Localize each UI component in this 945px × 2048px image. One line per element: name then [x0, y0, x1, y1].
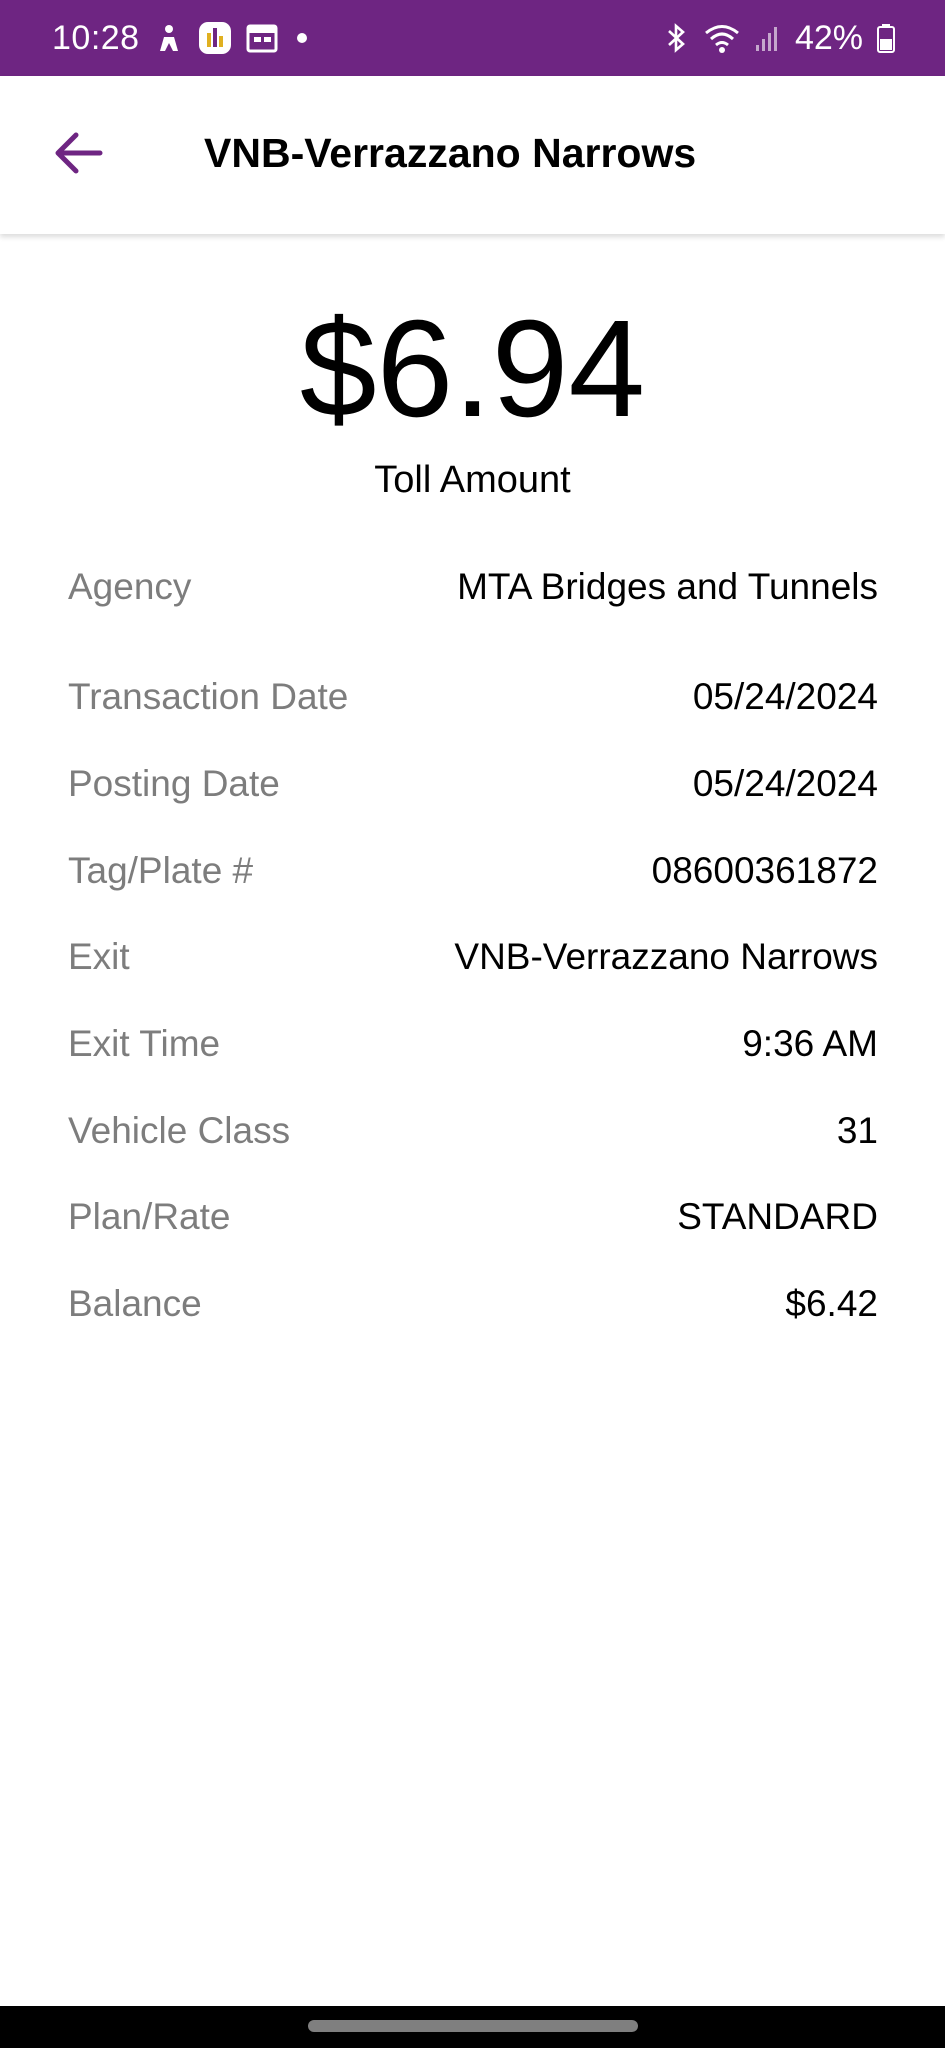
home-gesture-handle[interactable]	[308, 2020, 638, 2032]
page-title: VNB-Verrazzano Narrows	[204, 130, 697, 176]
detail-value: VNB-Verrazzano Narrows	[454, 936, 878, 978]
detail-row-plan-rate: Plan/Rate STANDARD	[68, 1174, 878, 1261]
bluetooth-icon	[665, 22, 689, 54]
detail-label: Exit Time	[68, 1023, 221, 1065]
detail-row-exit-time: Exit Time 9:36 AM	[68, 1001, 878, 1088]
status-time: 10:28	[52, 18, 140, 57]
detail-row-transaction-date: Transaction Date 05/24/2024	[68, 654, 878, 741]
detail-value: $6.42	[785, 1283, 878, 1325]
detail-row-balance: Balance $6.42	[68, 1261, 878, 1348]
system-nav-bar	[0, 2006, 945, 2048]
back-button[interactable]	[44, 121, 112, 189]
detail-value: 05/24/2024	[692, 763, 878, 805]
detail-value: STANDARD	[677, 1196, 878, 1238]
calendar-icon	[246, 23, 278, 53]
detail-row-vehicle-class: Vehicle Class 31	[68, 1087, 878, 1174]
battery-percent: 42%	[794, 18, 863, 57]
detail-value: 08600361872	[651, 849, 878, 891]
detail-row-exit: Exit VNB-Verrazzano Narrows	[68, 914, 878, 1001]
battery-icon	[877, 23, 895, 53]
toll-amount-label: Toll Amount	[374, 459, 571, 501]
detail-label: Tag/Plate #	[68, 849, 254, 891]
status-bar-right: 42%	[665, 19, 895, 58]
dot-icon	[292, 28, 312, 48]
detail-row-tag-plate: Tag/Plate # 08600361872	[68, 827, 878, 914]
detail-value: MTA Bridges and Tunnels	[457, 566, 878, 607]
app-bar: VNB-Verrazzano Narrows	[0, 76, 945, 234]
detail-label: Balance	[68, 1283, 202, 1325]
arrow-left-icon	[52, 131, 104, 180]
status-bar-left: 10:28	[52, 19, 312, 58]
detail-value: 9:36 AM	[742, 1023, 878, 1065]
detail-value: 31	[836, 1109, 878, 1151]
toll-amount: $6.94	[299, 292, 646, 446]
detail-row-posting-date: Posting Date 05/24/2024	[68, 741, 878, 828]
detail-label: Transaction Date	[68, 676, 349, 718]
detail-label: Agency	[68, 566, 192, 607]
wifi-icon	[703, 22, 741, 54]
detail-row-agency: Agency MTA Bridges and Tunnels	[68, 544, 878, 654]
chart-app-icon	[198, 21, 232, 55]
detail-label: Plan/Rate	[68, 1196, 231, 1238]
detail-label: Posting Date	[68, 763, 280, 805]
detail-label: Vehicle Class	[68, 1109, 291, 1151]
accessibility-icon	[154, 23, 184, 53]
details-list: Agency MTA Bridges and Tunnels Transacti…	[68, 544, 878, 1348]
status-bar: 10:28 42%	[0, 0, 945, 76]
signal-icon	[755, 23, 781, 53]
detail-value: 05/24/2024	[692, 676, 878, 718]
detail-label: Exit	[68, 936, 130, 978]
